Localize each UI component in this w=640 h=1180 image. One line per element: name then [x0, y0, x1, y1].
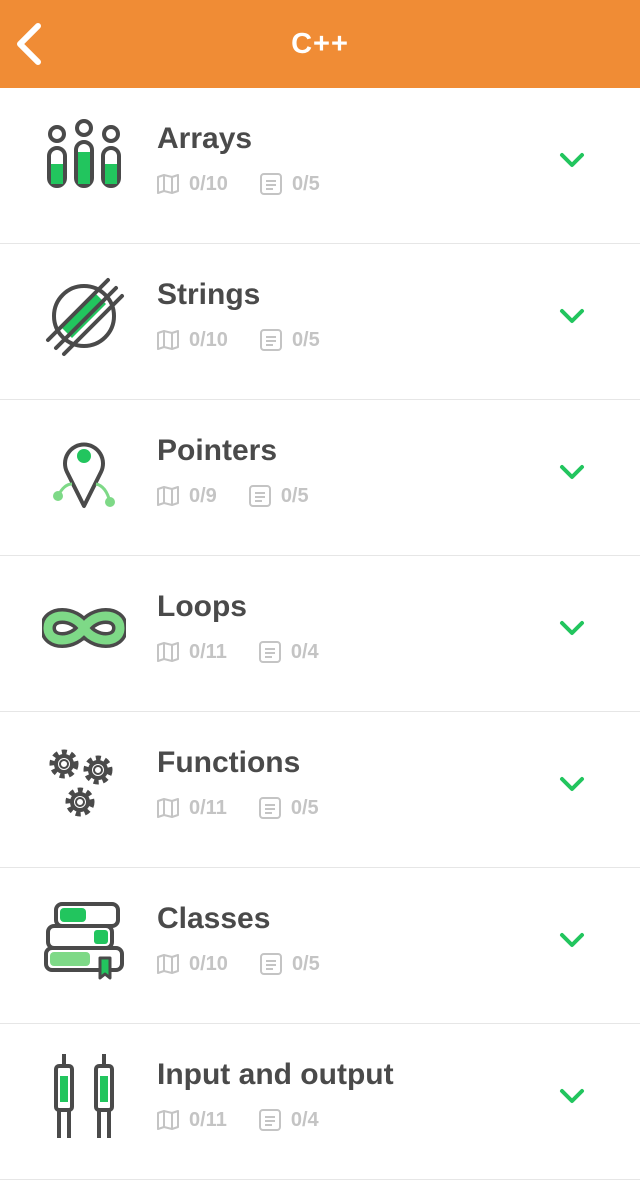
lessons-count: 0/9: [157, 485, 217, 508]
quizzes-count: 0/5: [259, 328, 320, 352]
lessons-count: 0/11: [157, 641, 227, 664]
document-icon: [258, 797, 281, 819]
quizzes-value: 0/5: [290, 796, 319, 819]
app-header: C++: [0, 0, 640, 88]
quizzes-count: 0/5: [248, 484, 309, 508]
topic-stats: 0/9 0/5: [157, 484, 341, 508]
book-icon: [157, 954, 179, 974]
document-icon: [258, 641, 281, 663]
lessons-count: 0/11: [157, 797, 227, 820]
quizzes-value: 0/4: [290, 640, 319, 663]
lessons-value: 0/10: [189, 328, 228, 351]
topic-title: Arrays: [157, 122, 253, 155]
book-icon: [157, 1110, 179, 1130]
functions-icon: [49, 749, 113, 817]
topic-stats: 0/10 0/5: [157, 328, 352, 352]
quizzes-count: 0/5: [259, 952, 320, 976]
topic-stats: 0/11 0/4: [157, 1108, 351, 1132]
quizzes-value: 0/5: [291, 952, 320, 975]
document-icon: [248, 485, 271, 507]
topic-row-loops[interactable]: Loops 0/11 0/4: [0, 556, 640, 712]
topic-title: Pointers: [157, 434, 278, 467]
chevron-down-icon[interactable]: [558, 146, 586, 174]
topic-list: Arrays 0/10 0/5 Strings 0/10 0/5 Pointer…: [0, 88, 640, 1180]
topic-row-strings[interactable]: Strings 0/10 0/5: [0, 244, 640, 400]
quizzes-count: 0/4: [258, 1108, 319, 1132]
book-icon: [157, 486, 179, 506]
topic-title: Strings: [157, 278, 261, 311]
topic-row-input-output[interactable]: Input and output 0/11 0/4: [0, 1024, 640, 1180]
pointers-icon: [53, 442, 115, 508]
topic-title: Loops: [157, 590, 247, 623]
document-icon: [259, 953, 282, 975]
topic-stats: 0/11 0/4: [157, 640, 351, 664]
lessons-value: 0/10: [189, 952, 228, 975]
topic-title: Input and output: [157, 1058, 394, 1091]
lessons-count: 0/10: [157, 329, 228, 352]
lessons-count: 0/10: [157, 173, 228, 196]
chevron-down-icon[interactable]: [558, 1082, 586, 1110]
lessons-value: 0/10: [189, 172, 228, 195]
quizzes-value: 0/5: [291, 328, 320, 351]
document-icon: [259, 173, 282, 195]
topic-row-classes[interactable]: Classes 0/10 0/5: [0, 868, 640, 1024]
book-icon: [157, 330, 179, 350]
topic-stats: 0/10 0/5: [157, 172, 352, 196]
loops-icon: [42, 608, 126, 648]
classes-icon: [44, 902, 124, 980]
quizzes-count: 0/5: [259, 172, 320, 196]
lessons-value: 0/11: [189, 796, 227, 819]
lessons-count: 0/11: [157, 1109, 227, 1132]
book-icon: [157, 174, 179, 194]
arrays-icon: [47, 119, 121, 188]
page-title: C++: [291, 28, 349, 60]
quizzes-value: 0/5: [291, 172, 320, 195]
topic-title: Functions: [157, 746, 301, 779]
document-icon: [259, 329, 282, 351]
lessons-value: 0/11: [189, 1108, 227, 1131]
book-icon: [157, 798, 179, 818]
topic-stats: 0/10 0/5: [157, 952, 352, 976]
quizzes-value: 0/4: [290, 1108, 319, 1131]
chevron-down-icon[interactable]: [558, 926, 586, 954]
book-icon: [157, 642, 179, 662]
strings-icon: [46, 278, 124, 356]
input-output-icon: [54, 1054, 114, 1138]
quizzes-value: 0/5: [280, 484, 309, 507]
quizzes-count: 0/5: [258, 796, 319, 820]
topic-title: Classes: [157, 902, 271, 935]
chevron-down-icon[interactable]: [558, 458, 586, 486]
lessons-value: 0/11: [189, 640, 227, 663]
chevron-down-icon[interactable]: [558, 770, 586, 798]
topic-stats: 0/11 0/5: [157, 796, 351, 820]
topic-row-pointers[interactable]: Pointers 0/9 0/5: [0, 400, 640, 556]
topic-row-arrays[interactable]: Arrays 0/10 0/5: [0, 88, 640, 244]
lessons-count: 0/10: [157, 953, 228, 976]
lessons-value: 0/9: [189, 484, 217, 507]
document-icon: [258, 1109, 281, 1131]
chevron-down-icon[interactable]: [558, 302, 586, 330]
quizzes-count: 0/4: [258, 640, 319, 664]
topic-row-functions[interactable]: Functions 0/11 0/5: [0, 712, 640, 868]
chevron-down-icon[interactable]: [558, 614, 586, 642]
